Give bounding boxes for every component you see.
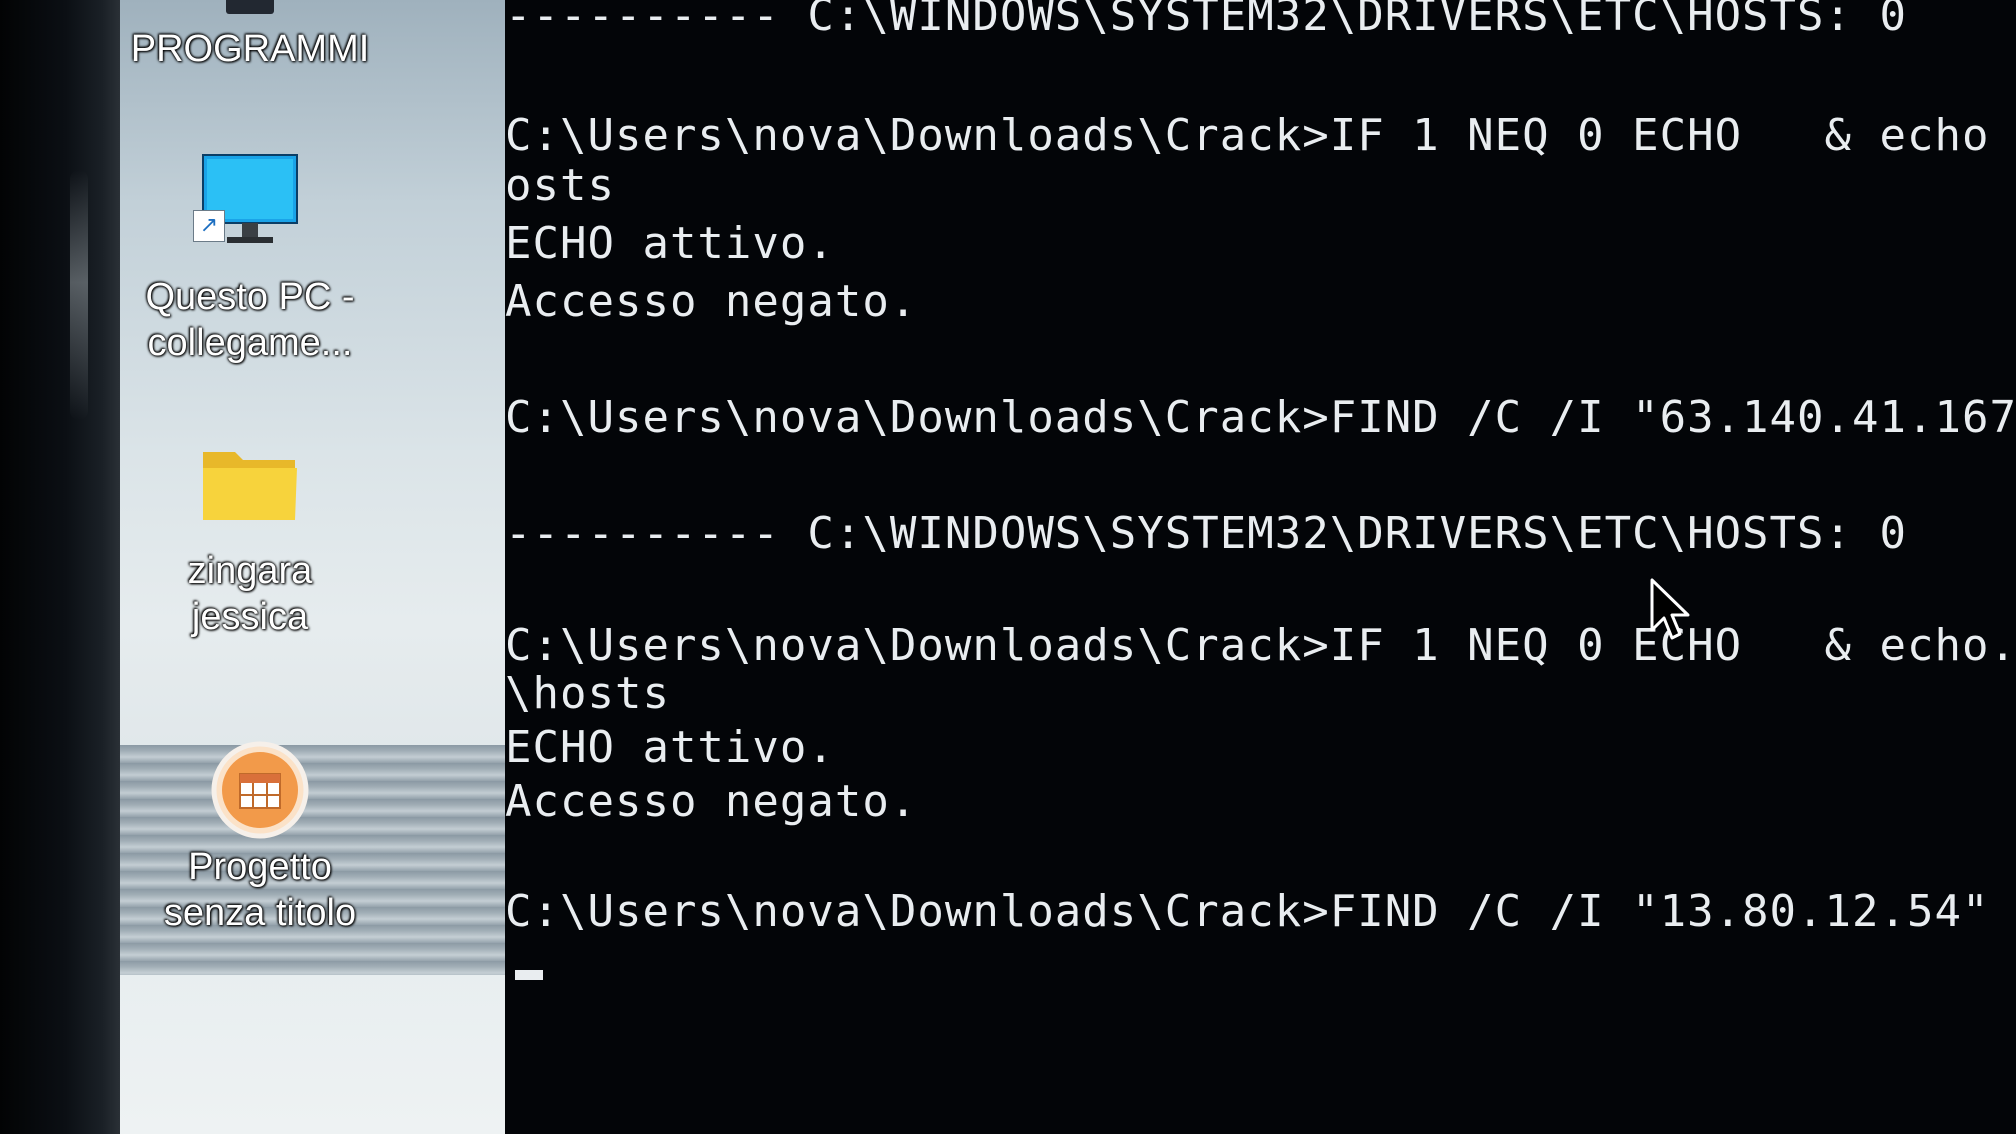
desktop-icon-label: PROGRAMMI [130, 28, 370, 70]
monitor-bezel [0, 0, 120, 1134]
console-line: ECHO attivo. [505, 722, 835, 773]
console-line: ECHO attivo. [505, 218, 835, 269]
text-cursor [515, 970, 543, 980]
shortcut-arrow-icon: ↗ [193, 210, 225, 242]
program-icon [226, 0, 274, 14]
desktop-icon-label-line1: zingara [187, 550, 313, 592]
console-line: ---------- C:\WINDOWS\SYSTEM32\DRIVERS\E… [505, 508, 1908, 559]
desktop-icon-questo-pc[interactable]: ↗ Questo PC - collegame... [120, 150, 380, 366]
console-line: ---------- C:\WINDOWS\SYSTEM32\DRIVERS\E… [505, 0, 1908, 41]
console-line: C:\Users\nova\Downloads\Crack>IF 1 NEQ 0… [505, 620, 2016, 671]
desktop-icon-zingara-jessica[interactable]: zingara jessica [120, 440, 380, 640]
photo-of-screen: PROGRAMMI ↗ Questo PC - collegame... zin… [0, 0, 2016, 1134]
desktop-icon-label-line2: jessica [191, 596, 309, 638]
console-line: C:\Users\nova\Downloads\Crack>IF 1 NEQ 0… [505, 110, 1990, 161]
console-line: Accesso negato. [505, 276, 918, 327]
mouse-pointer-icon [1650, 578, 1690, 640]
desktop-icon-label-line1: Questo PC - [145, 276, 355, 318]
console-line: \hosts [505, 668, 670, 719]
desktop-icon-label-line1: Progetto [188, 846, 332, 888]
computer-monitor-icon [202, 154, 298, 243]
desktop-icon-programmi[interactable]: PROGRAMMI [120, 0, 380, 72]
desktop-icon-progetto-senza-titolo[interactable]: Progetto senza titolo [130, 740, 390, 936]
desktop-icon-label-line2: collegame... [147, 322, 353, 364]
desktop-icon-label-line2: senza titolo [163, 892, 357, 934]
console-line: osts [505, 160, 615, 211]
desktop-area: PROGRAMMI ↗ Questo PC - collegame... zin… [120, 0, 520, 1134]
console-line: C:\Users\nova\Downloads\Crack>FIND /C /I… [505, 886, 2016, 937]
calendar-app-icon [211, 741, 309, 839]
command-prompt-window[interactable]: ---------- C:\WINDOWS\SYSTEM32\DRIVERS\E… [505, 0, 2016, 1134]
console-line: Accesso negato. [505, 776, 918, 827]
folder-icon [203, 452, 297, 520]
bezel-glare [70, 170, 88, 420]
console-line: C:\Users\nova\Downloads\Crack>FIND /C /I… [505, 392, 2016, 443]
